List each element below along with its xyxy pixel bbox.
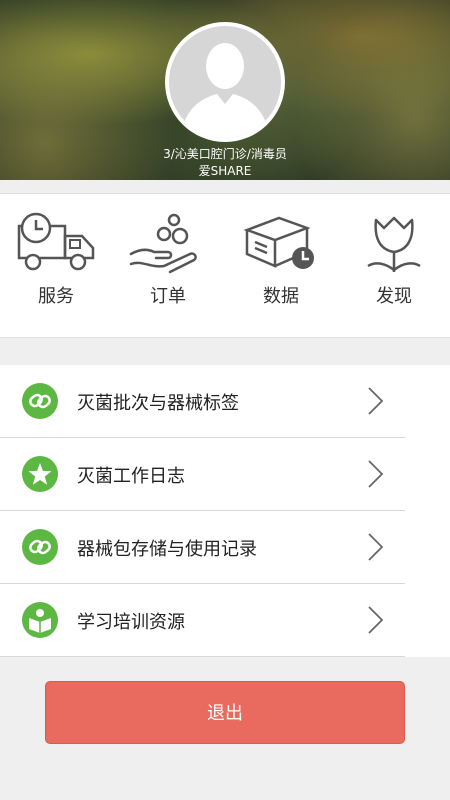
- list-item-label: 器械包存储与使用记录: [77, 539, 257, 560]
- avatar-placeholder-icon: [169, 26, 281, 138]
- delivery-truck-clock-icon: [17, 212, 95, 271]
- chevron-right-icon: [368, 533, 384, 561]
- grid-item-discover[interactable]: 发现: [338, 212, 450, 308]
- function-list: 灭菌批次与器械标签 灭菌工作日志 器械包存储与使用记录 学习培训资源: [0, 365, 450, 657]
- star-icon: [22, 456, 58, 492]
- profile-header: 3/沁美口腔门诊/消毒员 爱SHARE: [0, 0, 450, 180]
- list-item-label: 灭菌工作日志: [77, 466, 185, 487]
- list-item-training-resources[interactable]: 学习培训资源: [0, 584, 405, 657]
- grid-label-data: 数据: [263, 286, 299, 307]
- logout-button[interactable]: 退出: [45, 681, 405, 744]
- grid-item-service[interactable]: 服务: [0, 212, 112, 308]
- avatar[interactable]: [165, 22, 285, 142]
- user-name-text: 爱SHARE: [198, 164, 252, 178]
- list-item-instrument-storage[interactable]: 器械包存储与使用记录: [0, 511, 405, 584]
- grid-item-data[interactable]: 数据: [225, 212, 337, 308]
- grid-label-discover: 发现: [376, 286, 412, 307]
- link-icon: [22, 383, 58, 419]
- grid-label-orders: 订单: [150, 286, 186, 307]
- menu-grid: 服务 订单 数据 发现: [0, 193, 450, 338]
- chevron-right-icon: [368, 460, 384, 488]
- user-role-text: 3/沁美口腔门诊/消毒员: [163, 147, 287, 161]
- box-clock-icon: [243, 216, 314, 269]
- chevron-right-icon: [368, 606, 384, 634]
- hand-coins-icon: [129, 213, 197, 274]
- list-item-label: 学习培训资源: [77, 612, 185, 633]
- grid-item-orders[interactable]: 订单: [112, 212, 224, 308]
- grid-label-service: 服务: [38, 286, 74, 307]
- tulip-icon: [367, 216, 421, 272]
- chevron-right-icon: [368, 387, 384, 415]
- book-reader-icon: [22, 602, 58, 638]
- list-item-sterilization-log[interactable]: 灭菌工作日志: [0, 438, 405, 511]
- link-icon: [22, 529, 58, 565]
- list-item-label: 灭菌批次与器械标签: [77, 393, 239, 414]
- list-item-sterilization-batch[interactable]: 灭菌批次与器械标签: [0, 365, 405, 438]
